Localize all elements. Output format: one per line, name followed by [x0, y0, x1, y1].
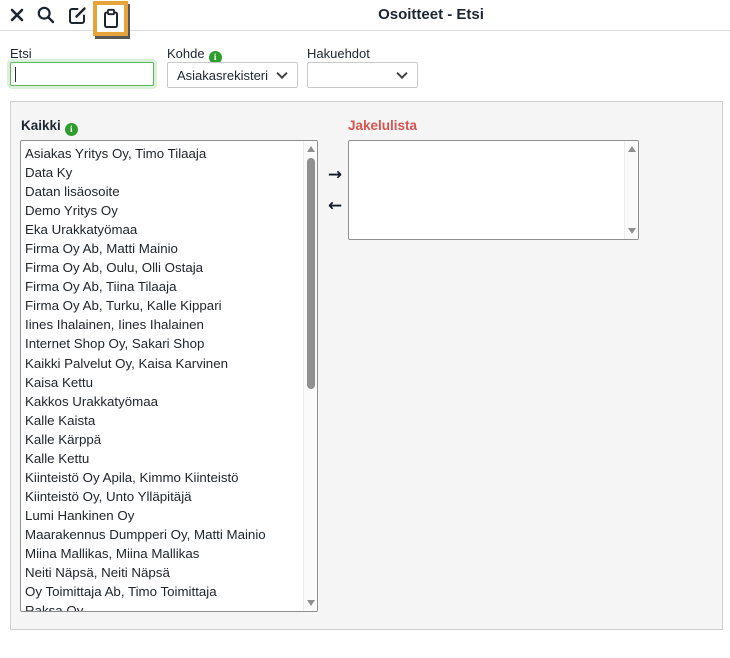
list-item[interactable]: Kalle Kärppä: [25, 430, 303, 449]
chevron-down-icon: [276, 68, 287, 79]
osoitteet-etsi-window: Osoitteet - Etsi Etsi Kohde i Asiakasreki…: [0, 0, 730, 658]
list-item[interactable]: Demo Yritys Oy: [25, 201, 303, 220]
close-icon[interactable]: [5, 3, 29, 27]
hakuehdot-select[interactable]: [307, 62, 418, 88]
list-item[interactable]: Lumi Hankinen Oy: [25, 506, 303, 525]
list-item[interactable]: Miina Mallikas, Miina Mallikas: [25, 544, 303, 563]
list-item[interactable]: Neiti Näpsä, Neiti Näpsä: [25, 563, 303, 582]
info-icon[interactable]: i: [65, 123, 78, 136]
list-item[interactable]: Oy Toimittaja Ab, Timo Toimittaja: [25, 582, 303, 601]
kohde-selected-value: Asiakasrekisteri: [177, 68, 268, 83]
dual-list-panel: Kaikkii Asiakas Yritys Oy, Timo TilaajaD…: [10, 101, 723, 630]
edit-icon[interactable]: [65, 3, 89, 27]
list-item[interactable]: Firma Oy Ab, Oulu, Olli Ostaja: [25, 258, 303, 277]
chevron-down-icon: [396, 68, 407, 79]
move-right-button[interactable]: →: [323, 163, 347, 187]
list-item[interactable]: Kalle Kettu: [25, 449, 303, 468]
vertical-scrollbar[interactable]: [303, 141, 317, 611]
search-icon[interactable]: [34, 3, 58, 27]
list-item[interactable]: Raksa Oy: [25, 601, 303, 611]
scroll-down-icon[interactable]: [307, 600, 315, 606]
list-item[interactable]: Kaikki Palvelut Oy, Kaisa Karvinen: [25, 354, 303, 373]
kaikki-listbox[interactable]: Asiakas Yritys Oy, Timo TilaajaData KyDa…: [20, 140, 318, 612]
list-item[interactable]: Iines Ihalainen, Iines Ihalainen: [25, 315, 303, 334]
kohde-select[interactable]: Asiakasrekisteri: [167, 62, 298, 88]
page-title: Osoitteet - Etsi: [378, 6, 484, 23]
move-left-button[interactable]: ←: [323, 194, 347, 218]
scroll-up-icon[interactable]: [307, 146, 315, 152]
clipboard-highlight-annotation: [93, 1, 128, 36]
jakelulista-items: [349, 141, 624, 239]
kaikki-items: Asiakas Yritys Oy, Timo TilaajaData KyDa…: [21, 141, 303, 611]
jakelulista-label: Jakelulista: [348, 118, 417, 133]
list-item[interactable]: Kakkos Urakkatyömaa: [25, 392, 303, 411]
list-item[interactable]: Kiinteistö Oy, Unto Ylläpitäjä: [25, 487, 303, 506]
list-item[interactable]: Data Ky: [25, 163, 303, 182]
kohde-label-text: Kohde: [167, 46, 205, 61]
list-item[interactable]: Firma Oy Ab, Tiina Tilaaja: [25, 277, 303, 296]
list-item[interactable]: Firma Oy Ab, Turku, Kalle Kippari: [25, 296, 303, 315]
etsi-label: Etsi: [10, 46, 32, 61]
list-item[interactable]: Firma Oy Ab, Matti Mainio: [25, 239, 303, 258]
list-item[interactable]: Kalle Kaista: [25, 411, 303, 430]
etsi-input-wrap: [10, 62, 154, 86]
jakelulista-listbox[interactable]: [348, 140, 639, 240]
clipboard-icon[interactable]: [99, 7, 123, 31]
hakuehdot-label: Hakuehdot: [307, 46, 370, 61]
scroll-down-icon[interactable]: [628, 228, 636, 234]
vertical-scrollbar[interactable]: [624, 141, 638, 239]
list-item[interactable]: Eka Urakkatyömaa: [25, 220, 303, 239]
list-item[interactable]: Maarakennus Dumpperi Oy, Matti Mainio: [25, 525, 303, 544]
kaikki-label-text: Kaikki: [21, 118, 61, 133]
list-item[interactable]: Kiinteistö Oy Apila, Kimmo Kiinteistö: [25, 468, 303, 487]
list-item[interactable]: Kaisa Kettu: [25, 373, 303, 392]
list-item[interactable]: Datan lisäosoite: [25, 182, 303, 201]
toolbar: Osoitteet - Etsi: [0, 0, 730, 31]
etsi-input[interactable]: [11, 63, 153, 85]
list-item[interactable]: Asiakas Yritys Oy, Timo Tilaaja: [25, 144, 303, 163]
text-caret: [15, 67, 16, 82]
scrollbar-thumb[interactable]: [307, 158, 315, 389]
list-item[interactable]: Internet Shop Oy, Sakari Shop: [25, 334, 303, 353]
kaikki-label: Kaikkii: [21, 118, 78, 136]
scroll-up-icon[interactable]: [628, 146, 636, 152]
